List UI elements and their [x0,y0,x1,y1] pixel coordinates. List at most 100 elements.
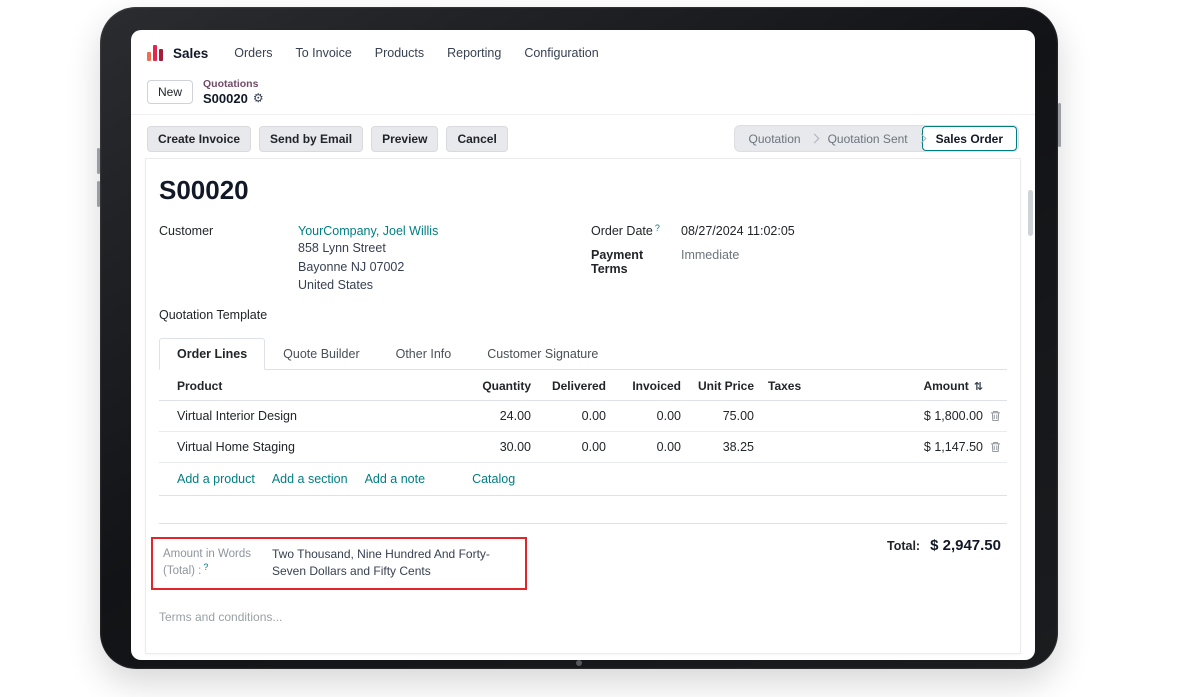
add-product-link[interactable]: Add a product [177,472,255,486]
menu-reporting[interactable]: Reporting [447,46,501,60]
customer-address-line: 858 Lynn Street [298,241,438,257]
power-button [1058,103,1061,147]
breadcrumb-bar: New Quotations S00020 ⚙ [131,76,1035,114]
customer-link[interactable]: YourCompany, Joel Willis [298,224,438,238]
scrollbar-thumb[interactable] [1028,190,1033,236]
app-window: Sales Orders To Invoice Products Reporti… [131,30,1035,660]
cell-unit-price[interactable]: 75.00 [681,409,754,423]
cell-product[interactable]: Virtual Interior Design [177,409,461,423]
add-note-link[interactable]: Add a note [365,472,425,486]
total-label: Total: [887,539,920,553]
tablet-frame: Sales Orders To Invoice Products Reporti… [100,7,1058,669]
col-delivered[interactable]: Delivered [531,379,606,393]
order-title: S00020 [159,175,1007,206]
status-sales-order[interactable]: Sales Order [922,126,1017,151]
status-quotation-sent[interactable]: Quotation Sent [815,132,921,146]
order-info: Customer YourCompany, Joel Willis 858 Ly… [159,224,1007,322]
totals-section: Amount in Words (Total) :? Two Thousand,… [159,537,1007,590]
table-header: Product Quantity Delivered Invoiced Unit… [159,370,1007,401]
customer-label: Customer [159,224,298,294]
menu-to-invoice[interactable]: To Invoice [295,46,351,60]
breadcrumb-current: S00020 ⚙ [203,91,264,107]
customer-address-line: Bayonne NJ 07002 [298,260,438,276]
add-section-link[interactable]: Add a section [272,472,348,486]
preview-button[interactable]: Preview [371,126,438,152]
top-navbar: Sales Orders To Invoice Products Reporti… [131,30,1035,76]
amount-in-words-highlight: Amount in Words (Total) :? Two Thousand,… [151,537,527,590]
payment-terms-field: Payment Terms Immediate [591,248,1007,276]
action-buttons: Create Invoice Send by Email Preview Can… [147,126,508,152]
create-invoice-button[interactable]: Create Invoice [147,126,251,152]
cell-invoiced[interactable]: 0.00 [606,440,681,454]
customer-value: YourCompany, Joel Willis 858 Lynn Street… [298,224,438,294]
table-spacer [159,496,1007,524]
help-icon[interactable]: ? [655,223,660,233]
cancel-button[interactable]: Cancel [446,126,507,152]
customer-column: Customer YourCompany, Joel Willis 858 Ly… [159,224,591,322]
send-by-email-button[interactable]: Send by Email [259,126,363,152]
tab-order-lines[interactable]: Order Lines [159,338,265,370]
tab-other-info[interactable]: Other Info [378,338,470,370]
main-menu: Orders To Invoice Products Reporting Con… [234,46,598,60]
cell-delivered[interactable]: 0.00 [531,440,606,454]
page-background: Sales Orders To Invoice Products Reporti… [0,0,1200,697]
order-lines-table: Product Quantity Delivered Invoiced Unit… [159,370,1007,524]
cell-delivered[interactable]: 0.00 [531,409,606,423]
quotation-template-label: Quotation Template [159,308,298,322]
col-product[interactable]: Product [177,379,461,393]
order-total: Total: $ 2,947.50 [887,537,1001,554]
terms-and-conditions-input[interactable]: Terms and conditions... [159,610,1007,624]
customer-field: Customer YourCompany, Joel Willis 858 Ly… [159,224,591,294]
payment-terms-value[interactable]: Immediate [681,248,739,276]
breadcrumb: Quotations S00020 ⚙ [203,78,264,106]
payment-terms-label: Payment Terms [591,248,681,276]
col-taxes[interactable]: Taxes [754,379,881,393]
cell-quantity[interactable]: 30.00 [461,440,531,454]
menu-configuration[interactable]: Configuration [524,46,598,60]
cell-unit-price[interactable]: 38.25 [681,440,754,454]
help-icon[interactable]: ? [203,562,208,572]
amount-in-words-label: Amount in Words (Total) :? [163,546,260,581]
cell-invoiced[interactable]: 0.00 [606,409,681,423]
catalog-link[interactable]: Catalog [472,472,515,486]
order-line-row[interactable]: Virtual Interior Design 24.00 0.00 0.00 … [159,401,1007,432]
menu-orders[interactable]: Orders [234,46,272,60]
order-form-sheet: S00020 Customer YourCompany, Joel Willis… [145,158,1021,654]
sort-icon[interactable]: ⇅ [974,380,983,393]
volume-down-button [97,181,100,207]
camera-dot-icon [576,660,582,666]
cell-quantity[interactable]: 24.00 [461,409,531,423]
tab-quote-builder[interactable]: Quote Builder [265,338,377,370]
col-unit-price[interactable]: Unit Price [681,379,754,393]
status-quotation[interactable]: Quotation [736,132,814,146]
new-button[interactable]: New [147,80,193,104]
col-amount[interactable]: Amount⇅ [881,379,983,393]
control-bar: Create Invoice Send by Email Preview Can… [131,125,1035,152]
order-details-column: Order Date? 08/27/2024 11:02:05 Payment … [591,224,1007,322]
table-footer-links: Add a product Add a section Add a note C… [159,463,1007,496]
sales-app-icon [147,45,166,61]
order-line-row[interactable]: Virtual Home Staging 30.00 0.00 0.00 38.… [159,432,1007,463]
delete-row-icon[interactable] [983,410,1007,422]
cell-amount: $ 1,800.00 [881,409,983,423]
cell-amount: $ 1,147.50 [881,440,983,454]
volume-up-button [97,148,100,174]
customer-address-line: United States [298,278,438,294]
app-name[interactable]: Sales [173,46,208,61]
col-invoiced[interactable]: Invoiced [606,379,681,393]
breadcrumb-quotations[interactable]: Quotations [203,78,264,91]
cell-product[interactable]: Virtual Home Staging [177,440,461,454]
order-date-field: Order Date? 08/27/2024 11:02:05 [591,224,1007,238]
tab-customer-signature[interactable]: Customer Signature [469,338,616,370]
amount-in-words-value: Two Thousand, Nine Hundred And Forty-Sev… [272,546,515,581]
breadcrumb-record-name: S00020 [203,91,248,107]
delete-row-icon[interactable] [983,441,1007,453]
order-date-value[interactable]: 08/27/2024 11:02:05 [681,224,795,238]
order-date-label: Order Date? [591,224,681,238]
quotation-template-field[interactable]: Quotation Template [159,308,591,322]
menu-products[interactable]: Products [375,46,424,60]
status-pipeline: Quotation Quotation Sent Sales Order [734,125,1019,152]
col-quantity[interactable]: Quantity [461,379,531,393]
app-switcher[interactable]: Sales [147,45,208,61]
gear-icon[interactable]: ⚙ [253,91,264,105]
